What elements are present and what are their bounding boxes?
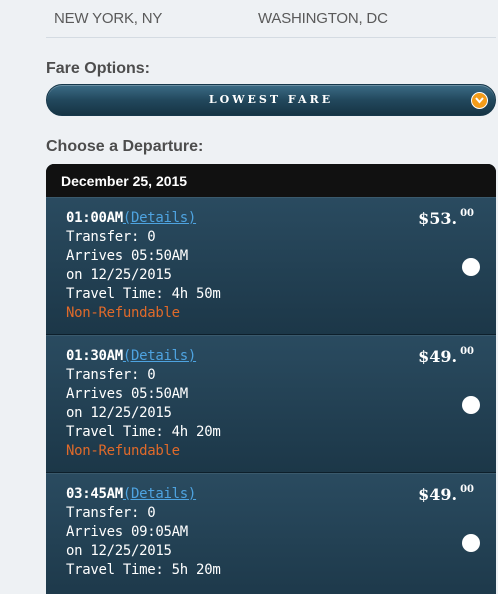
transfer-count: Transfer: 0 <box>66 229 156 245</box>
select-flight-radio[interactable] <box>462 396 480 414</box>
arrival-date: on 12/25/2015 <box>66 543 172 559</box>
arrival-time: Arrives 05:50AM <box>66 386 188 402</box>
fare-options-label: Fare Options: <box>46 60 151 77</box>
price-cents: 00 <box>460 345 474 357</box>
departure-date-header: December 25, 2015 <box>46 164 496 197</box>
refund-status: Non-Refundable <box>66 305 180 321</box>
arrival-time: Arrives 09:05AM <box>66 524 188 540</box>
departure-panel: December 25, 2015 01:00AM(Details) Trans… <box>46 164 496 594</box>
chevron-down-icon[interactable] <box>471 92 488 109</box>
destination-city: WASHINGTON, DC <box>258 10 388 27</box>
price-dollars: $53. <box>418 209 458 228</box>
price-dollars: $49. <box>418 347 458 366</box>
fare-options-select[interactable]: LOWEST FARE <box>46 84 496 116</box>
flight-option[interactable]: 03:45AM(Details) Transfer: 0 Arrives 09:… <box>46 473 496 594</box>
price-dollars: $49. <box>418 485 458 504</box>
transfer-count: Transfer: 0 <box>66 367 156 383</box>
travel-time: Travel Time: 4h 20m <box>66 424 221 440</box>
refund-status: Non-Refundable <box>66 443 180 459</box>
flight-price: $53. 00 <box>418 207 474 228</box>
details-link[interactable]: (Details) <box>123 210 196 226</box>
flight-price: $49. 00 <box>418 483 474 504</box>
select-flight-radio[interactable] <box>462 534 480 552</box>
choose-departure-label: Choose a Departure: <box>46 138 204 155</box>
travel-time: Travel Time: 4h 50m <box>66 286 221 302</box>
price-cents: 00 <box>460 207 474 219</box>
route-bar: NEW YORK, NY WASHINGTON, DC <box>46 0 496 38</box>
origin-city: NEW YORK, NY <box>54 10 163 27</box>
details-link[interactable]: (Details) <box>123 486 196 502</box>
arrival-date: on 12/25/2015 <box>66 405 172 421</box>
flight-price: $49. 00 <box>418 345 474 366</box>
travel-time: Travel Time: 5h 20m <box>66 562 221 578</box>
price-cents: 00 <box>460 483 474 495</box>
arrival-date: on 12/25/2015 <box>66 267 172 283</box>
flight-option[interactable]: 01:30AM(Details) Transfer: 0 Arrives 05:… <box>46 335 496 473</box>
flight-option[interactable]: 01:00AM(Details) Transfer: 0 Arrives 05:… <box>46 197 496 335</box>
arrival-time: Arrives 05:50AM <box>66 248 188 264</box>
details-link[interactable]: (Details) <box>123 348 196 364</box>
fare-options-value: LOWEST FARE <box>208 93 334 106</box>
transfer-count: Transfer: 0 <box>66 505 156 521</box>
departure-time: 01:30AM <box>66 348 123 364</box>
departure-time: 03:45AM <box>66 486 123 502</box>
departure-time: 01:00AM <box>66 210 123 226</box>
select-flight-radio[interactable] <box>462 258 480 276</box>
